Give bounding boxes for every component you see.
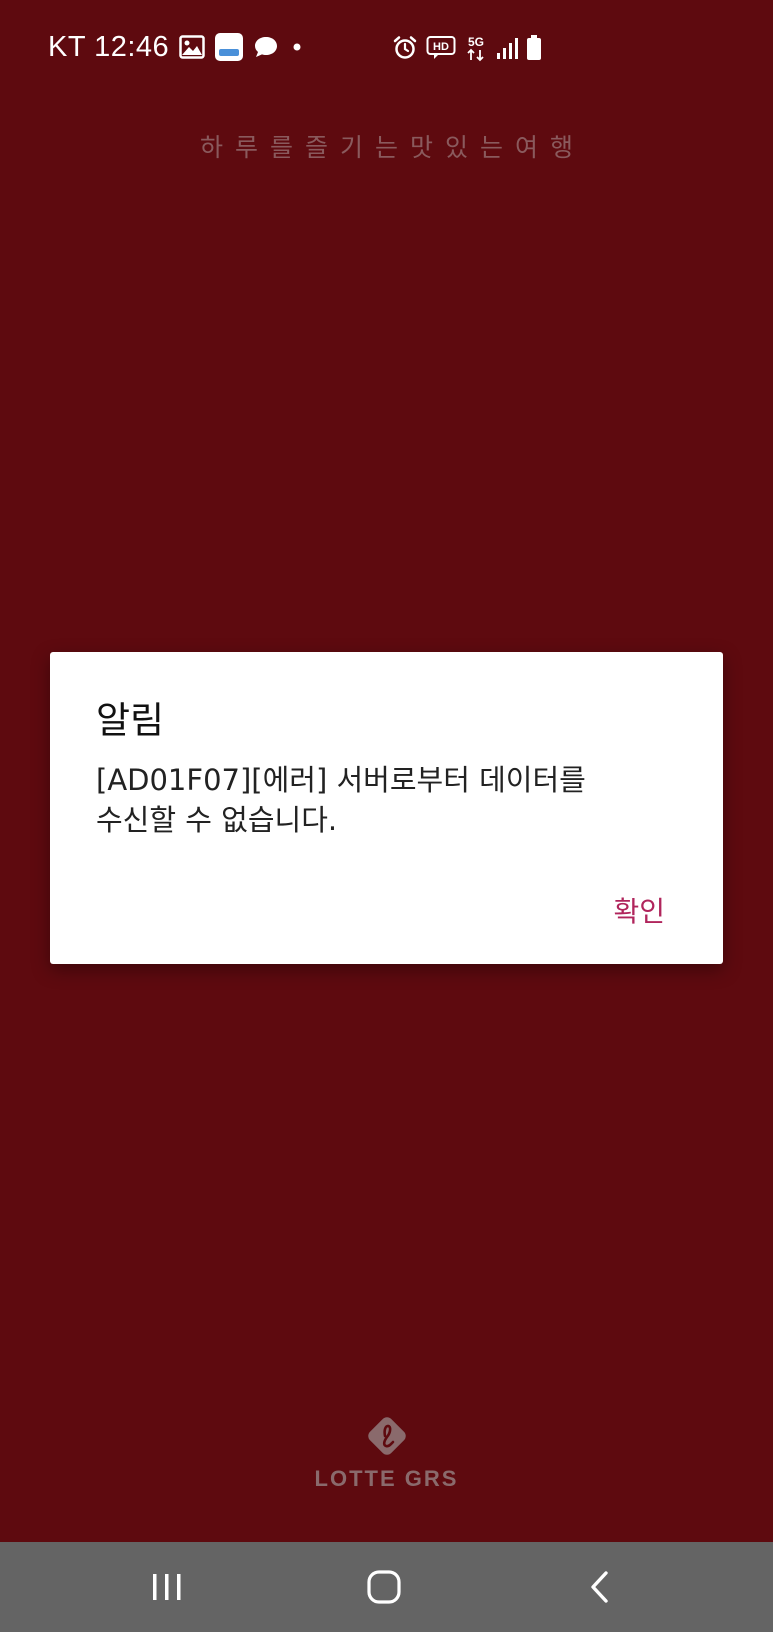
app-screen: KT 12:46 HD 5G 하루를즐기는맛있는여행 알림 [AD01F07][… [0, 0, 773, 1632]
dialog-title: 알림 [96, 699, 165, 742]
navigation-bar [0, 1542, 773, 1632]
home-button[interactable] [354, 1560, 414, 1614]
lotte-logo-icon [367, 1417, 406, 1455]
logo-text: LOTTE GRS [314, 1466, 459, 1491]
dialog-overlay: 알림 [AD01F07][에러] 서버로부터 데이터를 수신할 수 없습니다. … [0, 0, 773, 1542]
home-icon [367, 1570, 401, 1604]
recent-apps-icon [153, 1574, 181, 1600]
back-icon [591, 1571, 608, 1603]
dialog-message: [AD01F07][에러] 서버로부터 데이터를 수신할 수 없습니다. [96, 763, 586, 837]
back-button[interactable] [570, 1560, 630, 1614]
brand-logo: LOTTE GRS [0, 1412, 773, 1492]
recent-apps-button[interactable] [137, 1560, 197, 1614]
confirm-button[interactable]: 확인 [613, 884, 665, 936]
alert-dialog: 알림 [AD01F07][에러] 서버로부터 데이터를 수신할 수 없습니다. … [50, 652, 723, 964]
